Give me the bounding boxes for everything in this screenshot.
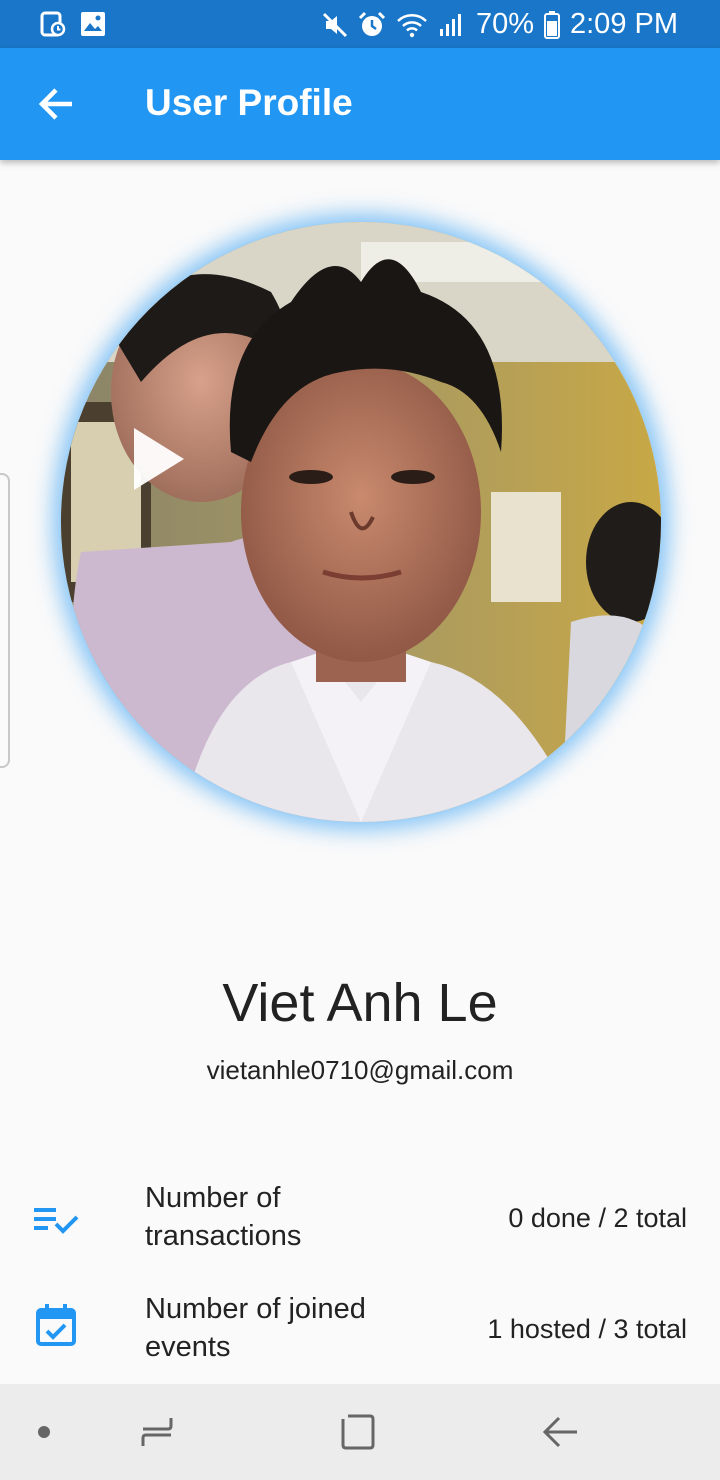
stat-value: 0 done / 2 total [508, 1203, 687, 1233]
battery-percent: 70% [475, 8, 534, 40]
edge-panel-handle[interactable] [0, 473, 10, 768]
system-nav-bar [0, 1384, 720, 1480]
dot-icon [38, 1426, 50, 1438]
alarm-icon [358, 11, 386, 36]
status-bar: 70% 2:09 PM [0, 0, 720, 48]
arrow-back-icon [38, 88, 72, 120]
stat-label: Number of joined events [145, 1293, 366, 1363]
avatar[interactable] [61, 222, 661, 822]
back-nav-icon [542, 1416, 577, 1448]
clock: 2:09 PM [570, 8, 678, 40]
back-button[interactable] [30, 78, 82, 130]
stat-value: 1 hosted / 3 total [487, 1314, 687, 1344]
mute-icon [322, 12, 348, 37]
user-email: vietanhle0710@gmail.com [206, 1055, 514, 1085]
home-icon [341, 1414, 375, 1450]
play-icon[interactable] [128, 424, 188, 494]
screen-record-icon [40, 11, 66, 37]
page-title: User Profile [145, 82, 353, 123]
user-name: Viet Anh Le [222, 973, 498, 1033]
back-nav-button[interactable] [526, 1384, 596, 1480]
calendar-check-icon [36, 1304, 76, 1346]
playlist-check-icon [34, 1208, 79, 1234]
stat-row-transactions: Number of transactions 0 done / 2 total [0, 1178, 720, 1268]
gallery-icon [81, 12, 105, 36]
stat-row-events: Number of joined events 1 hosted / 3 tot… [0, 1290, 720, 1380]
nav-dot-button[interactable] [26, 1384, 62, 1480]
profile-photo [61, 222, 661, 822]
stat-label: Number of transactions [145, 1182, 302, 1252]
home-button[interactable] [323, 1384, 393, 1480]
recent-apps-icon [141, 1418, 173, 1446]
signal-icon [439, 13, 461, 36]
app-bar: User Profile [0, 48, 720, 160]
battery-icon [544, 10, 560, 39]
recent-apps-button[interactable] [122, 1384, 192, 1480]
wifi-icon [397, 13, 427, 37]
